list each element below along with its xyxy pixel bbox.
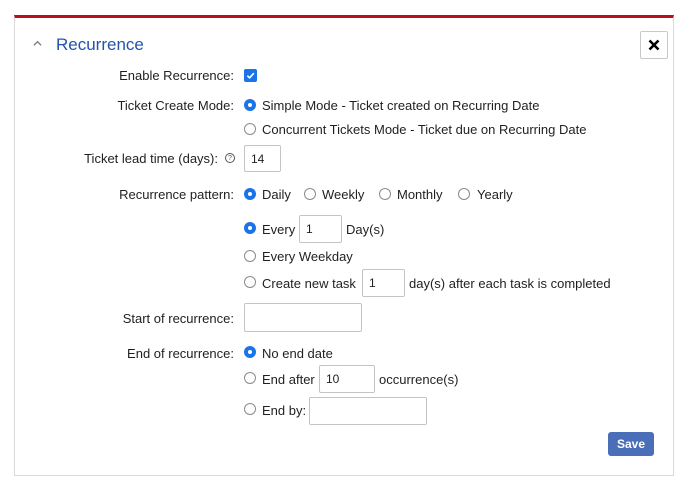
occurrences-label: occurrence(s) (379, 372, 459, 387)
end-by-label[interactable]: End by: (262, 403, 306, 418)
chevron-up-icon[interactable] (33, 39, 42, 48)
no-end-date-label[interactable]: No end date (262, 346, 333, 361)
save-button[interactable]: Save (608, 432, 654, 456)
panel-header[interactable]: Recurrence (15, 18, 673, 70)
end-after-label[interactable]: End after (262, 372, 315, 387)
create-new-task-radio[interactable] (244, 276, 256, 288)
checkmark-icon (246, 72, 255, 80)
every-days-input[interactable] (299, 215, 342, 243)
recurrence-pattern-label: Recurrence pattern: (119, 187, 234, 202)
weekly-label[interactable]: Weekly (322, 187, 364, 202)
days-label: Day(s) (346, 222, 385, 237)
daily-label[interactable]: Daily (262, 187, 291, 202)
close-button[interactable] (640, 31, 668, 59)
yearly-radio[interactable] (458, 188, 470, 200)
every-label[interactable]: Every (262, 222, 295, 237)
end-after-input[interactable] (319, 365, 375, 393)
end-by-date-input[interactable] (309, 397, 427, 425)
every-n-days-radio[interactable] (244, 222, 256, 234)
concurrent-mode-label[interactable]: Concurrent Tickets Mode - Ticket due on … (262, 122, 586, 137)
every-weekday-radio[interactable] (244, 250, 256, 262)
start-of-recurrence-label: Start of recurrence: (122, 311, 234, 326)
help-circle-icon[interactable]: ? (225, 153, 235, 163)
create-new-task-label[interactable]: Create new task (262, 276, 356, 291)
enable-recurrence-checkbox[interactable] (244, 69, 257, 82)
simple-mode-radio[interactable] (244, 99, 256, 111)
every-weekday-label[interactable]: Every Weekday (262, 249, 353, 264)
end-by-radio[interactable] (244, 403, 256, 415)
lead-time-input[interactable] (244, 145, 281, 172)
end-of-recurrence-label: End of recurrence: (127, 346, 234, 361)
start-date-input[interactable] (244, 303, 362, 332)
monthly-radio[interactable] (379, 188, 391, 200)
yearly-label[interactable]: Yearly (477, 187, 513, 202)
daily-radio[interactable] (244, 188, 256, 200)
monthly-label[interactable]: Monthly (397, 187, 443, 202)
ticket-create-mode-label: Ticket Create Mode: (117, 98, 234, 113)
enable-recurrence-label: Enable Recurrence: (119, 68, 234, 83)
simple-mode-label[interactable]: Simple Mode - Ticket created on Recurrin… (262, 98, 539, 113)
weekly-radio[interactable] (304, 188, 316, 200)
panel-title: Recurrence (56, 35, 144, 54)
concurrent-mode-radio[interactable] (244, 123, 256, 135)
new-task-suffix-label: day(s) after each task is completed (409, 276, 611, 291)
end-after-radio[interactable] (244, 372, 256, 384)
lead-time-label: Ticket lead time (days): (84, 151, 218, 166)
close-icon (648, 39, 660, 51)
no-end-date-radio[interactable] (244, 346, 256, 358)
new-task-days-input[interactable] (362, 269, 405, 297)
